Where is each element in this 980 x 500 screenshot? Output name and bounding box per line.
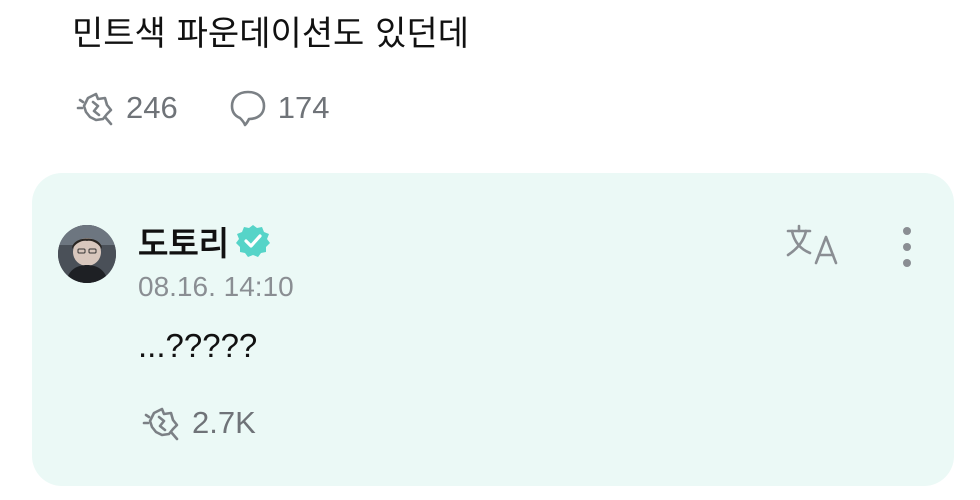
reply-card: 도토리 08.16. 14:10 ...????? 2.7K [32,173,954,486]
reply-like-count: 2.7K [192,405,256,440]
post-stats: 246 174 [74,86,329,130]
reply-text: ...????? [138,327,258,364]
more-options-button[interactable] [892,223,922,271]
author-row: 도토리 [138,219,271,263]
post-text: 민트색 파운데이션도 있던데 [72,14,469,54]
avatar-image [58,225,116,283]
post-like-count: 246 [126,90,178,125]
speech-bubble-icon [230,90,266,127]
post-comment-button[interactable]: 174 [226,86,330,130]
reply-like-button[interactable]: 2.7K [140,401,256,445]
translate-icon [786,224,838,265]
avatar[interactable] [58,225,116,283]
post-comment-count: 174 [277,90,330,125]
cheer-hand-icon [142,407,179,441]
author-name[interactable]: 도토리 [138,217,229,265]
post-detail: 민트색 파운데이션도 있던데 246 174 도토리 08.16. 14:10 … [0,0,980,500]
verified-badge-icon [236,225,271,257]
post-like-button[interactable]: 246 [74,86,178,130]
cheer-hand-icon [76,92,113,126]
more-vertical-icon [903,227,911,267]
reply-timestamp: 08.16. 14:10 [138,271,294,302]
translate-button[interactable] [784,221,844,271]
